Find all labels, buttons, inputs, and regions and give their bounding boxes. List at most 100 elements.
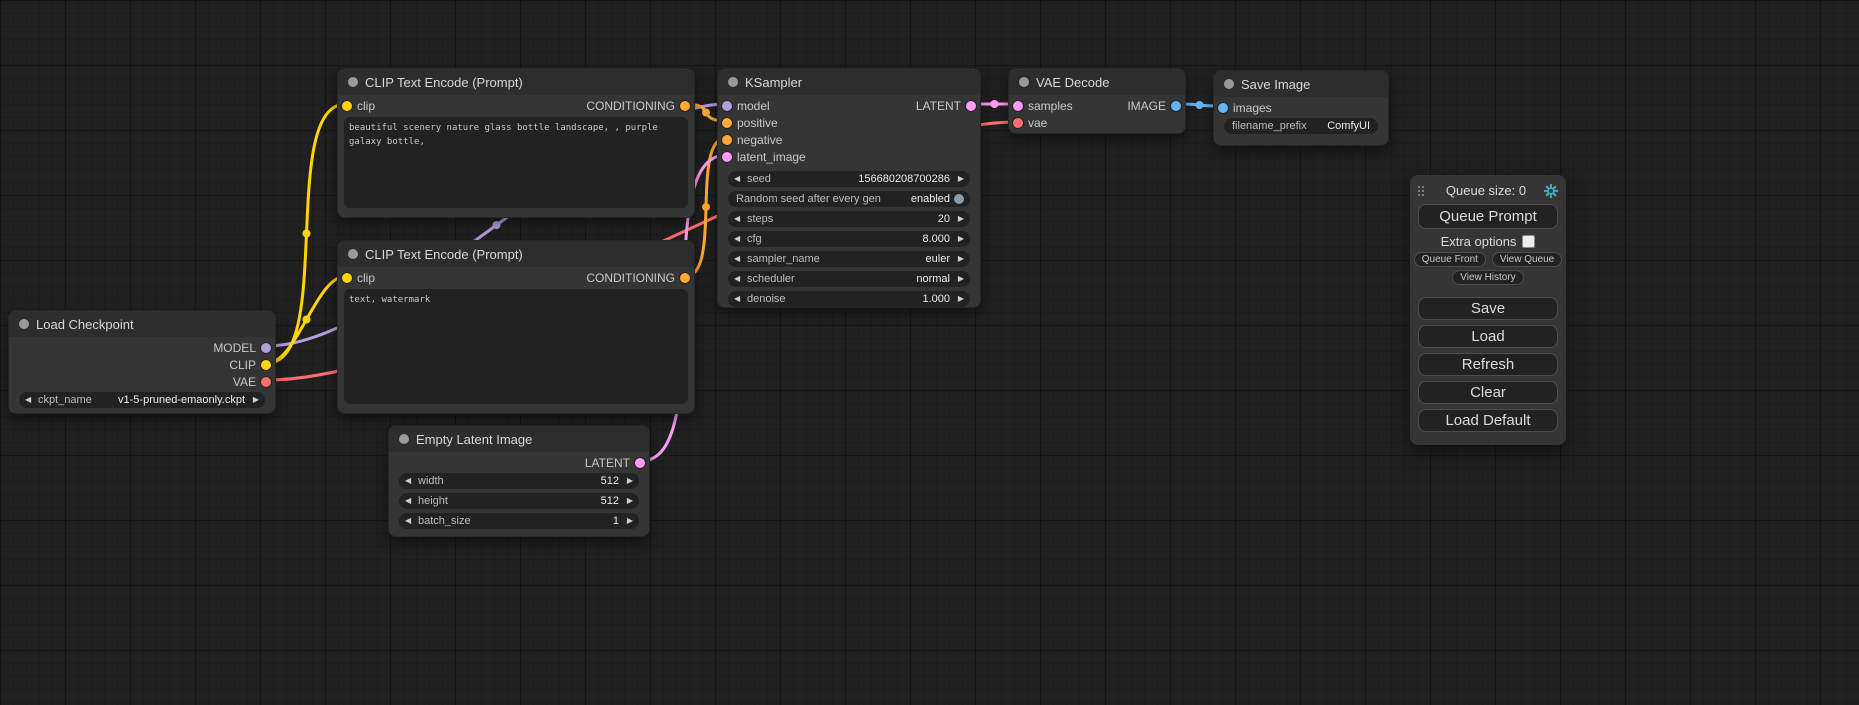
negative-input-dot[interactable] xyxy=(722,135,732,145)
decrement-arrow-icon[interactable]: ◀ xyxy=(734,211,744,227)
node-ksampler[interactable]: KSampler model LATENT positive negative xyxy=(717,68,981,308)
vae-output-dot[interactable] xyxy=(261,377,271,387)
collapse-dot-icon[interactable] xyxy=(399,434,409,444)
input-label-samples: samples xyxy=(1028,99,1073,113)
collapse-dot-icon[interactable] xyxy=(348,77,358,87)
clip-input-dot[interactable] xyxy=(342,273,352,283)
widget-label: height xyxy=(418,495,448,507)
increment-arrow-icon[interactable]: ▶ xyxy=(954,171,964,187)
height-widget[interactable]: ◀ height 512 ▶ xyxy=(399,493,639,509)
random-seed-toggle-widget[interactable]: Random seed after every gen enabled xyxy=(728,191,970,207)
load-button[interactable]: Load xyxy=(1418,325,1558,348)
settings-gear-icon[interactable] xyxy=(1544,184,1558,198)
node-vae-decode[interactable]: VAE Decode samples IMAGE vae xyxy=(1008,68,1186,134)
node-title-bar[interactable]: Load Checkpoint xyxy=(9,311,275,337)
decrement-arrow-icon[interactable]: ◀ xyxy=(734,271,744,287)
collapse-dot-icon[interactable] xyxy=(19,319,29,329)
link-clip xyxy=(267,276,346,363)
node-clip-text-encode-positive[interactable]: CLIP Text Encode (Prompt) clip CONDITION… xyxy=(337,68,695,218)
increment-arrow-icon[interactable]: ▶ xyxy=(623,473,633,489)
slot-row: positive xyxy=(718,114,980,131)
filename-prefix-widget[interactable]: filename_prefix ComfyUI xyxy=(1224,118,1378,134)
image-output-dot[interactable] xyxy=(1171,101,1181,111)
node-title-bar[interactable]: VAE Decode xyxy=(1009,69,1185,95)
widget-value: enabled xyxy=(911,193,950,205)
increment-arrow-icon[interactable]: ▶ xyxy=(954,271,964,287)
ckpt-name-widget[interactable]: ◀ ckpt_name v1-5-pruned-emaonly.ckpt ▶ xyxy=(19,392,265,408)
collapse-dot-icon[interactable] xyxy=(348,249,358,259)
load-default-button[interactable]: Load Default xyxy=(1418,409,1558,432)
node-save-image[interactable]: Save Image images filename_prefix ComfyU… xyxy=(1213,70,1389,146)
widget-value: 512 xyxy=(601,495,619,507)
output-label-clip: CLIP xyxy=(229,358,256,372)
node-title-bar[interactable]: Save Image xyxy=(1214,71,1388,97)
positive-input-dot[interactable] xyxy=(722,118,732,128)
steps-widget[interactable]: ◀ steps 20 ▶ xyxy=(728,211,970,227)
increment-arrow-icon[interactable]: ▶ xyxy=(954,291,964,307)
drag-handle-icon[interactable] xyxy=(1418,185,1428,197)
conditioning-output-dot[interactable] xyxy=(680,101,690,111)
conditioning-output-dot[interactable] xyxy=(680,273,690,283)
increment-arrow-icon[interactable]: ▶ xyxy=(954,211,964,227)
node-title-bar[interactable]: CLIP Text Encode (Prompt) xyxy=(338,69,694,95)
decrement-arrow-icon[interactable]: ◀ xyxy=(734,231,744,247)
latent-output-dot[interactable] xyxy=(635,458,645,468)
collapse-dot-icon[interactable] xyxy=(1224,79,1234,89)
batch-size-widget[interactable]: ◀ batch_size 1 ▶ xyxy=(399,513,639,529)
decrement-arrow-icon[interactable]: ◀ xyxy=(734,251,744,267)
latent-output-dot[interactable] xyxy=(966,101,976,111)
toggle-knob-icon[interactable] xyxy=(954,194,964,204)
node-title-bar[interactable]: KSampler xyxy=(718,69,980,95)
seed-widget[interactable]: ◀ seed 156680208700286 ▶ xyxy=(728,171,970,187)
increment-arrow-icon[interactable]: ▶ xyxy=(623,513,633,529)
widget-value: ComfyUI xyxy=(1327,120,1370,132)
vae-input-dot[interactable] xyxy=(1013,118,1023,128)
collapse-dot-icon[interactable] xyxy=(1019,77,1029,87)
increment-arrow-icon[interactable]: ▶ xyxy=(623,493,633,509)
increment-arrow-icon[interactable]: ▶ xyxy=(954,251,964,267)
extra-options-checkbox[interactable] xyxy=(1522,235,1535,248)
node-title-bar[interactable]: Empty Latent Image xyxy=(389,426,649,452)
clear-button[interactable]: Clear xyxy=(1418,381,1558,404)
queue-prompt-button[interactable]: Queue Prompt xyxy=(1418,204,1558,229)
clip-output-dot[interactable] xyxy=(261,360,271,370)
prompt-textarea[interactable]: beautiful scenery nature glass bottle la… xyxy=(344,117,688,208)
extra-options-row: Extra options xyxy=(1410,234,1566,249)
view-queue-button[interactable]: View Queue xyxy=(1492,252,1562,267)
prompt-textarea[interactable]: text, watermark xyxy=(344,289,688,404)
decrement-arrow-icon[interactable]: ◀ xyxy=(405,513,415,529)
sampler-name-widget[interactable]: ◀ sampler_name euler ▶ xyxy=(728,251,970,267)
node-title: Save Image xyxy=(1241,77,1310,92)
denoise-widget[interactable]: ◀ denoise 1.000 ▶ xyxy=(728,291,970,307)
decrement-arrow-icon[interactable]: ◀ xyxy=(405,493,415,509)
width-widget[interactable]: ◀ width 512 ▶ xyxy=(399,473,639,489)
queue-panel[interactable]: Queue size: 0 Queue Prompt Extra options… xyxy=(1410,175,1566,445)
refresh-button[interactable]: Refresh xyxy=(1418,353,1558,376)
slot-row: clip CONDITIONING xyxy=(338,97,694,114)
node-title-bar[interactable]: CLIP Text Encode (Prompt) xyxy=(338,241,694,267)
queue-front-button[interactable]: Queue Front xyxy=(1414,252,1486,267)
clip-input-dot[interactable] xyxy=(342,101,352,111)
output-label-latent: LATENT xyxy=(916,99,961,113)
increment-arrow-icon[interactable]: ▶ xyxy=(954,231,964,247)
decrement-arrow-icon[interactable]: ◀ xyxy=(25,392,35,408)
node-title: VAE Decode xyxy=(1036,75,1109,90)
slot-row: VAE xyxy=(9,373,275,390)
decrement-arrow-icon[interactable]: ◀ xyxy=(405,473,415,489)
model-output-dot[interactable] xyxy=(261,343,271,353)
node-clip-text-encode-negative[interactable]: CLIP Text Encode (Prompt) clip CONDITION… xyxy=(337,240,695,414)
decrement-arrow-icon[interactable]: ◀ xyxy=(734,171,744,187)
decrement-arrow-icon[interactable]: ◀ xyxy=(734,291,744,307)
increment-arrow-icon[interactable]: ▶ xyxy=(249,392,259,408)
model-input-dot[interactable] xyxy=(722,101,732,111)
images-input-dot[interactable] xyxy=(1218,103,1228,113)
collapse-dot-icon[interactable] xyxy=(728,77,738,87)
cfg-widget[interactable]: ◀ cfg 8.000 ▶ xyxy=(728,231,970,247)
latent-image-input-dot[interactable] xyxy=(722,152,732,162)
view-history-button[interactable]: View History xyxy=(1452,270,1523,285)
scheduler-widget[interactable]: ◀ scheduler normal ▶ xyxy=(728,271,970,287)
save-button[interactable]: Save xyxy=(1418,297,1558,320)
node-empty-latent-image[interactable]: Empty Latent Image LATENT ◀ width 512 ▶ … xyxy=(388,425,650,537)
samples-input-dot[interactable] xyxy=(1013,101,1023,111)
node-load-checkpoint[interactable]: Load Checkpoint MODEL CLIP VAE ◀ ckpt_na… xyxy=(8,310,276,414)
